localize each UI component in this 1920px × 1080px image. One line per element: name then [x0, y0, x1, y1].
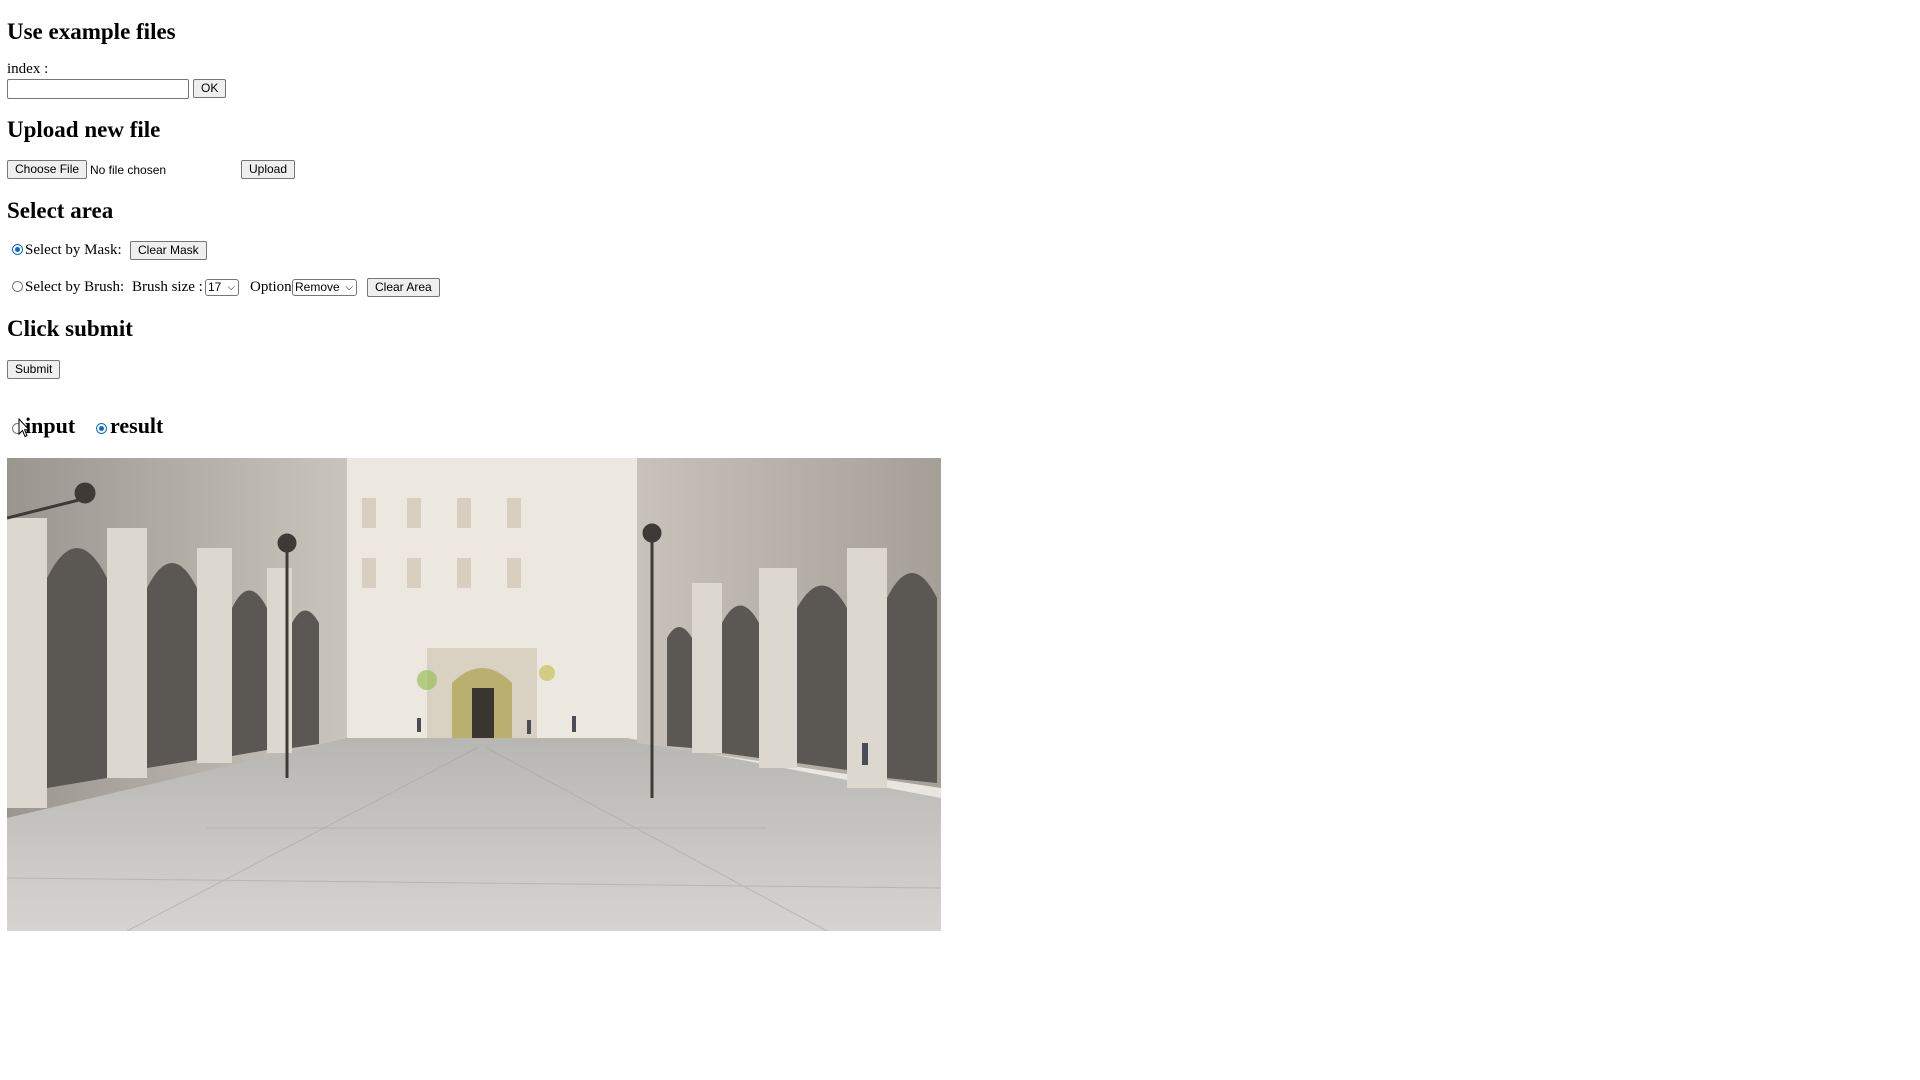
upload-button[interactable]: Upload — [241, 160, 296, 179]
chevron-down-icon: ⌵ — [345, 282, 353, 293]
option-label: Option — [250, 279, 292, 295]
street-scene-illustration — [7, 458, 941, 931]
result-view-radio[interactable] — [96, 423, 107, 434]
select-by-mask-label: Select by Mask: — [25, 242, 122, 258]
example-files-heading: Use example files — [7, 19, 176, 44]
clear-mask-button[interactable]: Clear Mask — [130, 241, 207, 260]
index-input[interactable] — [7, 79, 189, 99]
input-view-label: input — [25, 413, 76, 438]
select-by-brush-label: Select by Brush: — [25, 279, 125, 295]
click-submit-heading: Click submit — [7, 316, 133, 341]
arrow-cursor-icon — [18, 418, 30, 438]
index-label: index : — [7, 61, 49, 77]
ok-button[interactable]: OK — [193, 79, 227, 98]
brush-size-label: Brush size : — [132, 279, 203, 295]
brush-size-select[interactable]: 17 ⌵ — [205, 279, 239, 296]
upload-heading: Upload new file — [7, 117, 161, 142]
option-value: Remove — [295, 280, 340, 294]
chevron-down-icon: ⌵ — [227, 282, 235, 293]
page: Use example files index : OK Upload new … — [0, 0, 1920, 1080]
select-by-brush-radio[interactable] — [12, 281, 23, 292]
option-select[interactable]: Remove ⌵ — [292, 279, 357, 296]
result-view-label: result — [110, 413, 164, 438]
select-area-heading: Select area — [7, 198, 114, 223]
select-by-mask-radio[interactable] — [12, 244, 23, 255]
clear-area-button[interactable]: Clear Area — [367, 278, 440, 297]
brush-size-value: 17 — [208, 280, 222, 294]
no-file-chosen-text: No file chosen — [90, 163, 167, 177]
result-image — [7, 458, 941, 931]
submit-button[interactable]: Submit — [7, 360, 61, 379]
choose-file-button[interactable]: Choose File — [7, 160, 88, 179]
